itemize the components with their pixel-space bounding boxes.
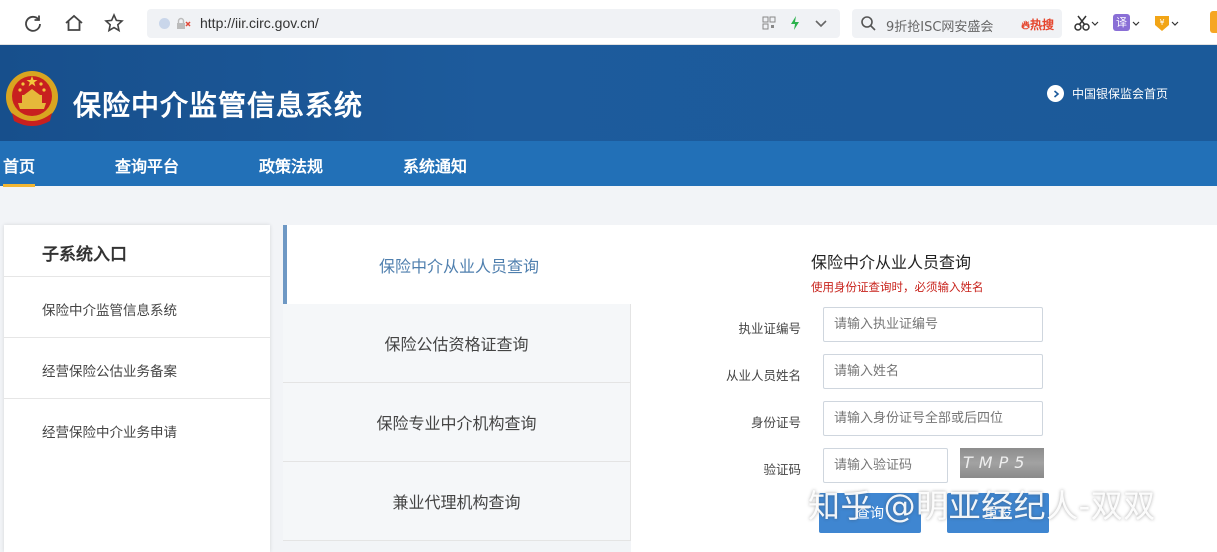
- reload-icon[interactable]: [23, 13, 43, 33]
- id-number-input[interactable]: [823, 401, 1043, 436]
- star-icon[interactable]: [104, 13, 124, 33]
- captcha-input[interactable]: [823, 448, 948, 483]
- national-emblem-icon: [6, 71, 58, 126]
- qr-code-icon[interactable]: [762, 15, 776, 31]
- form-title: 保险中介从业人员查询: [811, 253, 972, 272]
- scissors-icon[interactable]: [1073, 13, 1099, 33]
- translate-icon: 译: [1113, 14, 1130, 31]
- main-nav: 首页 查询平台 政策法规 系统通知: [0, 141, 1217, 187]
- insecure-icon[interactable]: [175, 16, 191, 32]
- tab-adjuster-certificate-query[interactable]: 保险公估资格证查询: [283, 304, 631, 383]
- site-icon: [159, 18, 170, 29]
- form-hint: 使用身份证查询时，必须输入姓名: [811, 280, 984, 294]
- home-icon[interactable]: [64, 13, 84, 33]
- practitioner-name-input[interactable]: [823, 354, 1043, 389]
- subsystem-panel: 子系统入口 保险中介监管信息系统 经营保险公估业务备案 经营保险中介业务申请: [4, 225, 270, 552]
- regulator-home-link[interactable]: 中国银保监会首页: [1047, 85, 1168, 102]
- subsystem-item-supervision[interactable]: 保险中介监管信息系统: [4, 277, 270, 338]
- subsystem-item-intermediary-application[interactable]: 经营保险中介业务申请: [4, 399, 270, 460]
- license-number-label: 执业证编号: [738, 321, 801, 336]
- nav-query-platform[interactable]: 查询平台: [115, 153, 179, 177]
- license-number-input[interactable]: [823, 307, 1043, 342]
- search-icon: [861, 16, 876, 31]
- browser-toolbar: http://iir.circ.gov.cn/ 9折抢ISC网安盛会 🔥︎热搜 …: [0, 0, 1217, 45]
- extension-icon[interactable]: [1210, 11, 1217, 33]
- tab-practitioner-query[interactable]: 保险中介从业人员查询: [283, 225, 631, 304]
- watermark: 知乎 @明亚经纪人-双双: [808, 487, 1156, 525]
- tab-part-time-agent-query[interactable]: 兼业代理机构查询: [283, 462, 631, 541]
- nav-home[interactable]: 首页: [3, 153, 36, 187]
- fire-icon: 🔥︎: [1021, 18, 1030, 32]
- url-text[interactable]: http://iir.circ.gov.cn/: [200, 15, 319, 31]
- site-title: 保险中介监管信息系统: [73, 89, 364, 122]
- practitioner-name-label: 从业人员姓名: [725, 368, 801, 383]
- search-text[interactable]: 9折抢ISC网安盛会: [886, 16, 1006, 35]
- home-link-label[interactable]: 中国银保监会首页: [1072, 85, 1168, 102]
- coupon-icon[interactable]: ¥: [1153, 13, 1179, 33]
- lightning-icon[interactable]: [788, 15, 802, 31]
- subsystem-item-adjusting-filing[interactable]: 经营保险公估业务备案: [4, 338, 270, 399]
- nav-notices[interactable]: 系统通知: [403, 153, 467, 177]
- svg-text:¥: ¥: [1159, 18, 1164, 27]
- captcha-label: 验证码: [763, 462, 801, 477]
- nav-policy[interactable]: 政策法规: [259, 153, 323, 177]
- subsystem-panel-title: 子系统入口: [4, 225, 270, 277]
- chevron-down-icon[interactable]: [814, 15, 828, 31]
- arrow-right-circle-icon: [1047, 85, 1064, 102]
- hot-search-badge[interactable]: 🔥︎热搜: [1021, 16, 1054, 33]
- captcha-image[interactable]: TMP5: [960, 448, 1044, 478]
- query-tabs: 保险中介从业人员查询 保险公估资格证查询 保险专业中介机构查询 兼业代理机构查询: [283, 225, 631, 552]
- address-bar[interactable]: http://iir.circ.gov.cn/: [147, 9, 840, 38]
- browser-search-box[interactable]: 9折抢ISC网安盛会 🔥︎热搜: [852, 9, 1062, 38]
- tab-agency-query[interactable]: 保险专业中介机构查询: [283, 383, 631, 462]
- translate-button[interactable]: 译: [1113, 13, 1140, 33]
- id-number-label: 身份证号: [750, 415, 801, 430]
- site-header: 保险中介监管信息系统 中国银保监会首页: [0, 45, 1217, 141]
